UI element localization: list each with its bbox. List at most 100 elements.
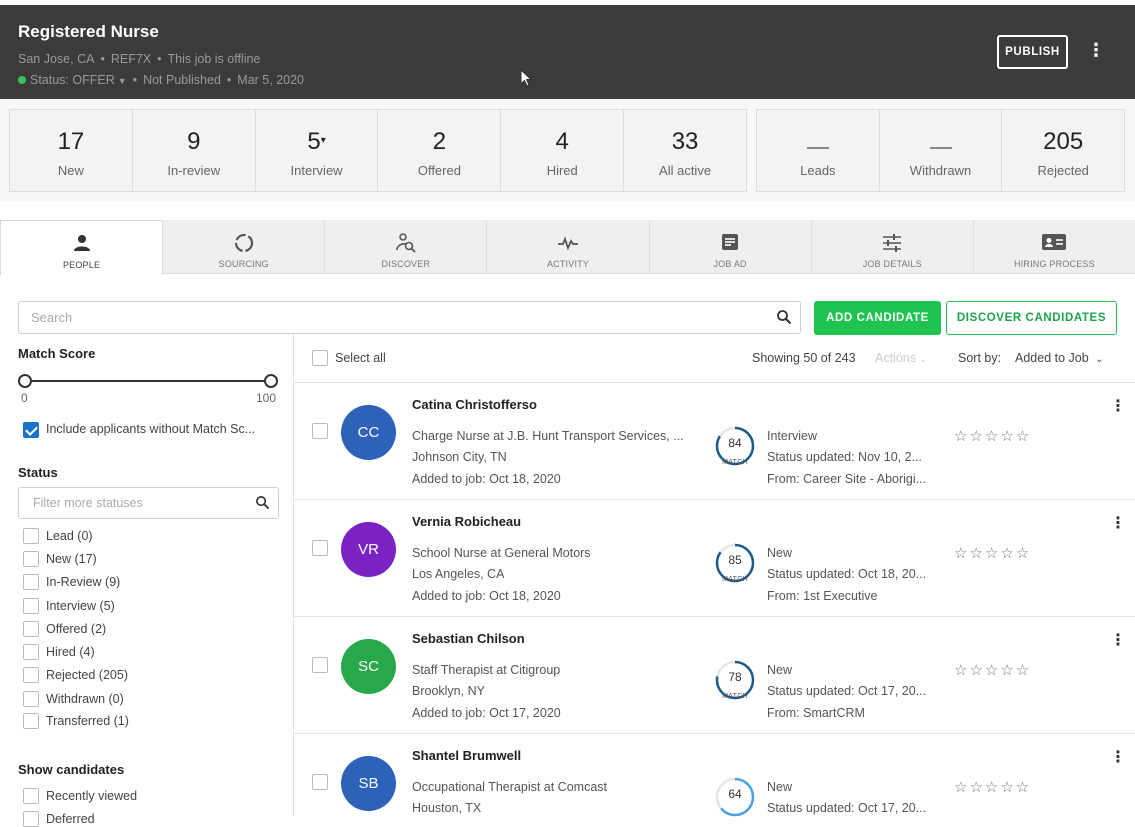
candidate-name[interactable]: Sebastian Chilson [412,631,525,646]
match-score-value: 85 [728,553,742,567]
avatar[interactable]: CC [341,405,396,460]
chevron-down-icon: ⌄ [919,354,928,364]
status-checkbox-in-review[interactable] [23,574,39,590]
active-stats: 17 New 9 In-review 5▾ Interview 2 Offered 4H… [9,109,747,192]
candidate-name[interactable]: Catina Christofferso [412,397,537,412]
actions-dropdown[interactable]: Actions ⌄ [875,351,927,365]
slider-max-handle[interactable] [264,374,278,388]
status-updated: Status updated: Oct 17, 20... [767,801,927,815]
search-icon[interactable] [255,495,270,515]
candidate-checkbox[interactable] [312,774,328,790]
candidate-name[interactable]: Shantel Brumwell [412,748,521,763]
candidate-source: From: SmartCRM [767,706,865,720]
include-no-score-checkbox[interactable] [23,422,39,438]
discover-candidates-button[interactable]: DISCOVER CANDIDATES [946,301,1117,335]
tab-people[interactable]: PEOPLE [0,220,164,275]
candidate-role: Charge Nurse at J.B. Hunt Transport Serv… [412,429,684,443]
sort-dropdown[interactable]: Added to Job ⌄ [1015,351,1104,365]
discover-icon [325,232,486,254]
stat-in-review[interactable]: 9 In-review [133,110,256,191]
stat-withdrawn[interactable]: Withdrawn [880,110,1003,191]
avatar[interactable]: VR [341,522,396,577]
search-input[interactable] [31,310,761,325]
candidate-checkbox[interactable] [312,423,328,439]
status-filter-box [18,487,279,519]
candidate-row[interactable]: SB Shantel Brumwell Occupational Therapi… [294,734,1135,817]
tab-job-ad[interactable]: JOB AD [650,220,812,273]
match-score-value: 78 [728,670,742,684]
job-status-line: Status: OFFER ▼ • Not Published • Mar 5, 2020 [18,73,304,87]
more-options-icon[interactable]: ⋮ [1110,633,1126,649]
status-checkbox-transferred[interactable] [23,713,39,729]
stat-interview[interactable]: 5▾ Interview [256,110,379,191]
stat-new[interactable]: 17 New [10,110,133,191]
show-deferred-checkbox[interactable] [23,811,39,827]
caret-down-icon[interactable]: ▼ [118,76,127,86]
star-rating[interactable]: ☆☆☆☆☆ [954,778,1031,796]
more-options-icon[interactable]: ⋮ [1110,750,1126,766]
tab-discover[interactable]: DISCOVER [325,220,488,273]
status-filter-title: Status [18,465,58,480]
status-checkbox-offered[interactable] [23,621,39,637]
candidate-source: From: Career Site - Aborigi... [767,472,927,486]
candidate-checkbox[interactable] [312,657,328,673]
select-all-checkbox[interactable] [312,350,328,366]
candidate-checkbox[interactable] [312,540,328,556]
status-checkbox-withdrawn[interactable] [23,691,39,707]
status-checkbox-interview[interactable] [23,598,39,614]
more-options-icon[interactable]: ⋮ [1110,399,1126,415]
status-checkbox-hired[interactable] [23,644,39,660]
publish-button[interactable]: PUBLISH [997,35,1068,69]
show-recently-viewed-checkbox[interactable] [23,788,39,804]
status-option: Transferred (1) [46,714,129,728]
job-ad-icon [650,232,811,254]
status-checkbox-rejected[interactable] [23,667,39,683]
tab-hiring-process[interactable]: HIRING PROCESS [974,220,1135,273]
status-checkbox-lead[interactable] [23,528,39,544]
tab-activity[interactable]: ACTIVITY [487,220,650,273]
stat-offered[interactable]: 2 Offered [378,110,502,191]
slider-min-handle[interactable] [18,374,32,388]
star-rating[interactable]: ☆☆☆☆☆ [954,427,1031,445]
candidate-row[interactable]: VR Vernia Robicheau School Nurse at Gene… [294,500,1135,617]
status-value[interactable]: OFFER [72,73,114,87]
candidate-row[interactable]: SC Sebastian Chilson Staff Therapist at … [294,617,1135,734]
mouse-cursor-icon [520,68,533,92]
match-score-gauge: 78 MATCH [714,659,756,703]
stat-all-active[interactable]: 33 All active [624,110,746,191]
tab-job-details[interactable]: JOB DETAILS [812,220,974,273]
star-rating[interactable]: ☆☆☆☆☆ [954,544,1031,562]
avatar[interactable]: SC [341,639,396,694]
status-option: In-Review (9) [46,575,121,589]
more-options-icon[interactable]: ⋮ [1110,516,1126,532]
match-label: MATCH [722,459,748,466]
tab-sourcing[interactable]: SOURCING [163,220,326,273]
search-icon[interactable] [776,309,792,330]
stat-leads[interactable]: Leads [757,110,880,191]
stat-hired[interactable]: 4 Hired [501,110,625,191]
candidate-status: Interview [767,429,818,443]
star-rating[interactable]: ☆☆☆☆☆ [954,661,1031,679]
candidate-row[interactable]: CC Catina Christofferso Charge Nurse at … [294,383,1135,500]
add-candidate-button[interactable]: ADD CANDIDATE [814,301,941,335]
avatar[interactable]: SB [341,756,396,811]
stat-rejected[interactable]: 205 Rejected [1002,110,1124,191]
candidate-location: Houston, TX [412,801,482,815]
candidate-name[interactable]: Vernia Robicheau [412,514,521,529]
caret-down-icon[interactable]: ▾ [321,135,326,146]
match-score-gauge: 85 MATCH [714,542,756,586]
status-option: New (17) [46,552,97,566]
more-options-icon[interactable]: ⋮ [1087,41,1105,59]
status-checkbox-new[interactable] [23,551,39,567]
id-card-icon [974,232,1135,254]
match-label: MATCH [722,693,748,700]
job-title: Registered Nurse [18,22,159,41]
candidate-role: Occupational Therapist at Comcast [412,780,608,794]
status-option: Withdrawn (0) [46,692,124,706]
match-score-slider-track[interactable] [25,380,271,382]
status-dropdown[interactable]: OFFER ▼ [72,73,126,87]
status-filter-input[interactable] [33,496,243,510]
candidate-role: Staff Therapist at Citigroup [412,663,561,677]
candidate-source: From: 1st Executive [767,589,878,603]
job-online-state: This job is offline [167,52,261,66]
